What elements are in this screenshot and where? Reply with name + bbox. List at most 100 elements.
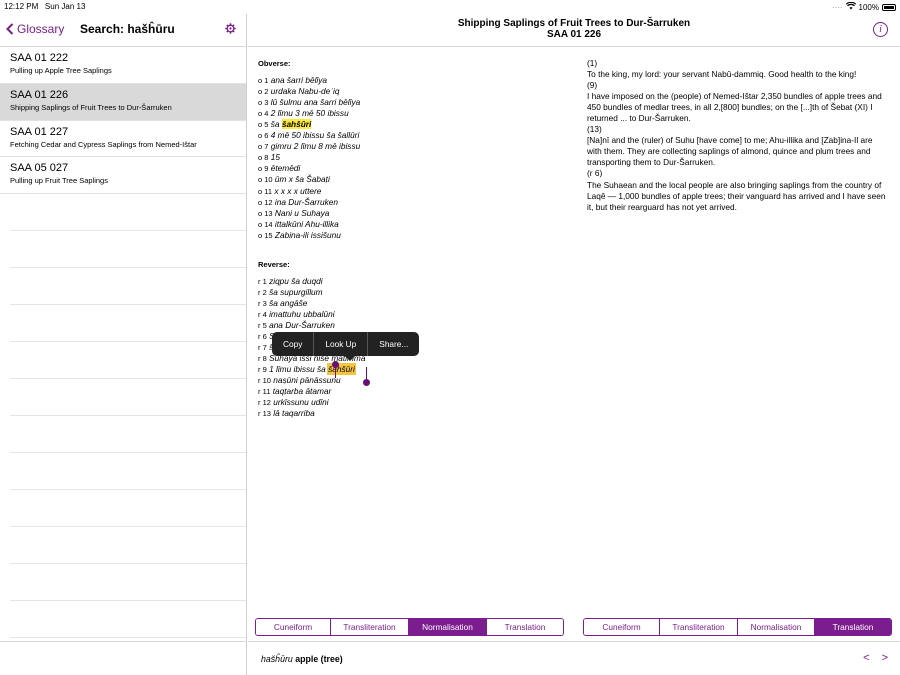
tab-cuneiform[interactable]: Cuneiform	[256, 619, 331, 635]
item-desc: Fetching Cedar and Cypress Saplings from…	[10, 139, 197, 149]
line-number: r 6	[258, 332, 267, 342]
line-text[interactable]: ša angāše	[269, 298, 307, 308]
tab-cuneiform[interactable]: Cuneiform	[584, 619, 660, 635]
line-text[interactable]: ana šarri bēlīya	[271, 75, 327, 85]
left-view-selector: Cuneiform Transliteration Normalisation Tra…	[255, 618, 564, 636]
line-number: o 2	[258, 87, 269, 97]
next-button[interactable]: >	[882, 652, 888, 664]
line-text[interactable]: taqṭarba ātamar	[273, 386, 332, 396]
line-text[interactable]: naṣūni pānāssunu	[273, 375, 340, 385]
translation-paragraph: I have imposed on the (people) of Nemed-…	[587, 91, 882, 124]
tab-transliteration[interactable]: Transliteration	[660, 619, 738, 635]
status-bar: 12:12 PM Sun Jan 13 ···· 100%	[0, 0, 900, 14]
gear-icon[interactable]	[225, 23, 236, 37]
text-line: r 3 ša angāše	[258, 298, 568, 309]
line-text[interactable]: urkīssunu udīni	[273, 397, 328, 407]
text-line: o 7 gimru 2 līmu 8 mē ibissu	[258, 141, 568, 152]
line-text[interactable]: lā taqarriba	[273, 408, 315, 418]
line-number: r 4	[258, 309, 267, 319]
line-text[interactable]: x x x x uttere	[274, 186, 321, 196]
chevron-left-icon	[6, 23, 14, 35]
line-text[interactable]: ina Dur-Šarruken	[275, 197, 338, 207]
highlighted-word[interactable]: šahšūri	[281, 119, 312, 130]
line-text[interactable]: Nani u Suhaya	[275, 208, 329, 218]
item-desc: Shipping Saplings of Fruit Trees to Dur-…	[10, 102, 172, 112]
line-text[interactable]: ziqpu ša duqdi	[269, 276, 323, 286]
line-text[interactable]: 15	[271, 152, 280, 162]
line-text[interactable]: ša supurgillum	[269, 287, 323, 297]
empty-row	[10, 416, 246, 454]
tab-normalisation[interactable]: Normalisation	[409, 619, 487, 635]
text-line: r 2 ša supurgillum	[258, 287, 568, 298]
status-date: Sun Jan 13	[44, 2, 86, 11]
text-line: r 13 lā taqarriba	[258, 408, 568, 419]
line-number: r 12	[258, 398, 271, 408]
text-line: o 13 Nani u Suhaya	[258, 208, 568, 219]
sidebar-navbar: Glossary Search: hašĥūru	[0, 14, 246, 47]
empty-row	[10, 527, 246, 565]
item-code: SAA 01 222	[10, 52, 69, 64]
lemma-info[interactable]: hašĥūru apple (tree)	[261, 654, 343, 664]
list-item[interactable]: SAA 05 027 Pulling up Fruit Tree Sapling…	[0, 157, 246, 195]
line-number: r 3	[258, 298, 267, 308]
selection-end-handle[interactable]	[363, 379, 370, 386]
empty-row	[10, 601, 246, 639]
lemma-gloss: apple (tree)	[295, 654, 343, 664]
battery-percent: 100%	[858, 2, 879, 12]
battery-icon	[882, 3, 896, 11]
status-right: ···· 100%	[831, 1, 896, 12]
normalisation-column: Obverse: o 1 ana šarri bēlīya o 2 urdaka …	[258, 58, 568, 419]
share-menu-item[interactable]: Share...	[368, 332, 419, 356]
tab-translation[interactable]: Translation	[815, 619, 891, 635]
line-text[interactable]: urdaka Nabu-deʾiq	[271, 86, 340, 96]
empty-row	[10, 194, 246, 232]
tab-normalisation[interactable]: Normalisation	[738, 619, 815, 635]
line-number: r 1	[258, 276, 267, 286]
line-text[interactable]: Zabina-ili issišunu	[275, 230, 341, 240]
line-text[interactable]: imattuhu ubbalūni	[269, 309, 335, 319]
translation-column: (1) To the king, my lord: your servant Na…	[587, 58, 887, 213]
translation-paragraph: (13)	[587, 124, 602, 135]
text-line: r 9 1 līmu ibissu ša šahšūri	[258, 363, 568, 376]
lemma-word: hašĥūru	[261, 654, 293, 664]
line-text[interactable]: ittalkūni Ahu-illika	[275, 219, 339, 229]
tab-translation[interactable]: Translation	[487, 619, 563, 635]
line-text[interactable]: ūm x ša Šabaṭi	[275, 174, 330, 184]
previous-button[interactable]: <	[863, 652, 869, 664]
line-text[interactable]: 1 līmu ibissu ša	[269, 364, 326, 374]
sidebar-title: Search: hašĥūru	[80, 22, 175, 36]
tab-transliteration[interactable]: Transliteration	[331, 619, 409, 635]
obverse-lines: o 1 ana šarri bēlīya o 2 urdaka Nabu-deʾi…	[258, 75, 568, 241]
text-line: o 3 lū šulmu ana šarri bēlīya	[258, 97, 568, 108]
line-number: o 6	[258, 131, 269, 141]
back-button[interactable]: Glossary	[6, 22, 64, 36]
text-line: o 5 ša šahšūri	[258, 119, 568, 130]
dots-icon: ····	[831, 2, 843, 12]
text-line: o 1 ana šarri bēlīya	[258, 75, 568, 86]
empty-row	[10, 453, 246, 491]
line-text[interactable]: lū šulmu ana šarri bēlīya	[271, 97, 360, 107]
line-number: o 7	[258, 142, 269, 152]
list-item[interactable]: SAA 01 222 Pulling up Apple Tree Sapling…	[0, 47, 246, 84]
text-line: o 12 ina Dur-Šarruken	[258, 197, 568, 208]
line-text[interactable]: 2 līmu 3 mē 50 ibissu	[271, 108, 349, 118]
line-number: o 4	[258, 109, 269, 119]
text-line: o 6 4 mē 50 ibissu ša šallūri	[258, 130, 568, 141]
text-line: o 10 ūm x ša Šabaṭi	[258, 174, 568, 185]
line-text[interactable]: ša	[271, 119, 280, 129]
copy-menu-item[interactable]: Copy	[272, 332, 315, 356]
text-title: Shipping Saplings of Fruit Trees to Dur-…	[457, 18, 691, 29]
info-icon[interactable]: i	[873, 22, 888, 37]
line-text[interactable]: ētemēdi	[271, 163, 301, 173]
right-view-selector: Cuneiform Transliteration Normalisation Tra…	[583, 618, 892, 636]
list-item-selected[interactable]: SAA 01 226 Shipping Saplings of Fruit Tr…	[0, 83, 246, 121]
list-item[interactable]: SAA 01 227 Fetching Cedar and Cypress Sa…	[0, 121, 246, 158]
text-line: o 2 urdaka Nabu-deʾiq	[258, 86, 568, 97]
line-text[interactable]: ana Dur-Šarruken	[269, 320, 335, 330]
line-text[interactable]: gimru 2 līmu 8 mē ibissu	[271, 141, 360, 151]
line-number: r 13	[258, 409, 271, 419]
look-up-menu-item[interactable]: Look Up	[314, 332, 369, 356]
status-time: 12:12 PM	[4, 2, 39, 11]
line-number: o 5	[258, 120, 269, 130]
line-text[interactable]: 4 mē 50 ibissu ša šallūri	[271, 130, 360, 140]
